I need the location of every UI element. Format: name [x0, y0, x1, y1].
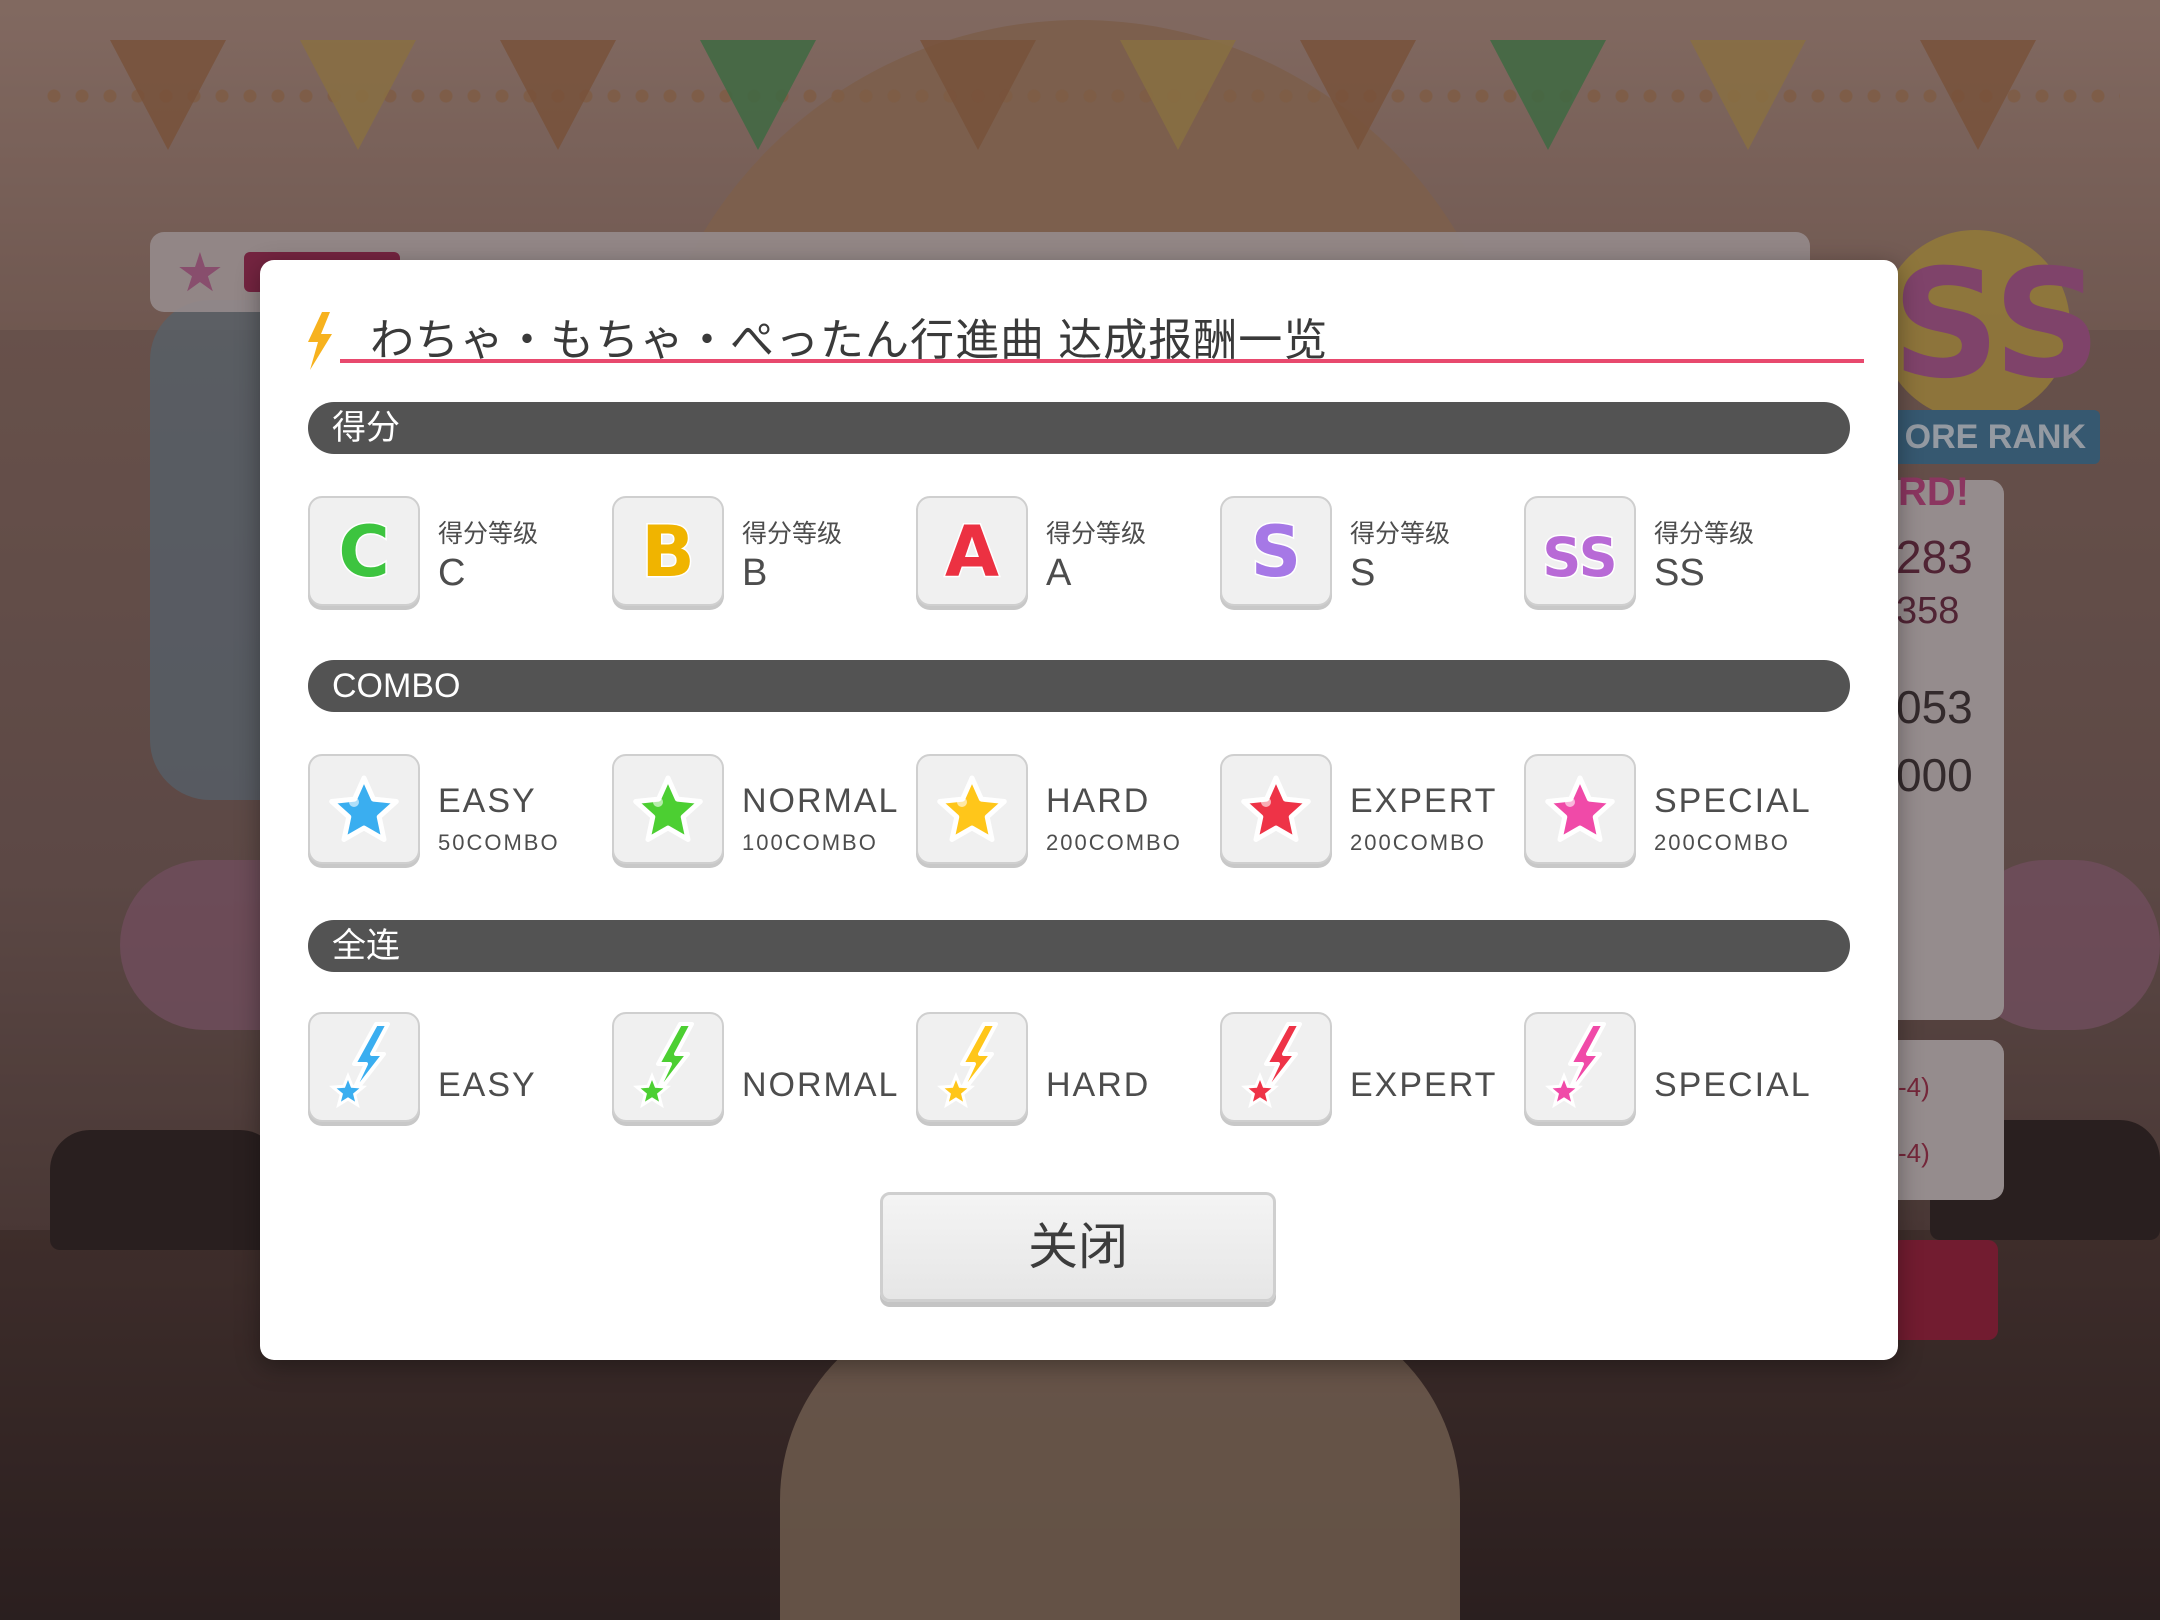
full-combo-difficulty-label: HARD	[1046, 1066, 1151, 1104]
section-header-full-combo: 全连	[308, 920, 1850, 972]
score-rank-caption: 得分等级	[1654, 520, 1755, 548]
score-rank-value: C	[438, 552, 466, 594]
star-icon	[916, 754, 1028, 864]
combo-difficulty-label: HARD	[1046, 782, 1151, 820]
star-icon	[612, 754, 724, 864]
combo-reward-item: HARD 200COMBO	[916, 754, 1216, 870]
score-rank-caption: 得分等级	[1350, 520, 1451, 548]
combo-difficulty-label: NORMAL	[742, 782, 900, 820]
combo-reward-item: NORMAL 100COMBO	[612, 754, 912, 870]
full-combo-reward-item: HARD	[916, 1012, 1216, 1128]
svg-text:A: A	[945, 511, 999, 593]
svg-text:C: C	[338, 511, 389, 593]
full-combo-reward-item: EASY	[308, 1012, 608, 1128]
full-combo-difficulty-label: EASY	[438, 1066, 537, 1104]
combo-requirement-label: 50COMBO	[438, 830, 560, 855]
combo-requirement-label: 200COMBO	[1046, 830, 1182, 855]
combo-requirement-label: 200COMBO	[1654, 830, 1790, 855]
grade-c-icon: C	[308, 496, 420, 606]
score-reward-item: A 得分等级 A	[916, 496, 1216, 612]
full-combo-bolt-icon	[916, 1012, 1028, 1122]
combo-difficulty-label: EXPERT	[1350, 782, 1498, 820]
full-combo-bolt-icon	[612, 1012, 724, 1122]
grade-b-icon: B	[612, 496, 724, 606]
lightning-icon	[304, 312, 334, 372]
combo-requirement-label: 100COMBO	[742, 830, 878, 855]
full-combo-difficulty-label: SPECIAL	[1654, 1066, 1812, 1104]
close-button[interactable]: 关闭	[880, 1192, 1276, 1302]
grade-s-icon: S	[1220, 496, 1332, 606]
grade-a-icon: A	[916, 496, 1028, 606]
full-combo-bolt-icon	[1220, 1012, 1332, 1122]
full-combo-bolt-icon	[308, 1012, 420, 1122]
score-rank-caption: 得分等级	[742, 520, 843, 548]
score-reward-item: C 得分等级 C	[308, 496, 608, 612]
combo-difficulty-label: SPECIAL	[1654, 782, 1812, 820]
score-rank-value: A	[1046, 552, 1072, 594]
full-combo-reward-item: NORMAL	[612, 1012, 912, 1128]
full-combo-reward-item: EXPERT	[1220, 1012, 1520, 1128]
score-reward-item: B 得分等级 B	[612, 496, 912, 612]
score-reward-item: SS 得分等级 SS	[1524, 496, 1824, 612]
combo-reward-item: EXPERT 200COMBO	[1220, 754, 1520, 870]
full-combo-difficulty-label: EXPERT	[1350, 1066, 1498, 1104]
svg-text:B: B	[641, 511, 694, 593]
grade-ss-icon: SS	[1524, 496, 1636, 606]
full-combo-bolt-icon	[1524, 1012, 1636, 1122]
star-icon	[1524, 754, 1636, 864]
title-underline	[340, 359, 1864, 363]
score-rank-caption: 得分等级	[1046, 520, 1147, 548]
svg-text:SS: SS	[1542, 526, 1617, 589]
combo-difficulty-label: EASY	[438, 782, 537, 820]
section-header-combo: COMBO	[308, 660, 1850, 712]
full-combo-reward-item: SPECIAL	[1524, 1012, 1824, 1128]
combo-reward-item: SPECIAL 200COMBO	[1524, 754, 1824, 870]
combo-reward-item: EASY 50COMBO	[308, 754, 608, 870]
score-reward-item: S 得分等级 S	[1220, 496, 1520, 612]
star-icon	[1220, 754, 1332, 864]
score-rank-value: S	[1350, 552, 1376, 594]
score-rank-caption: 得分等级	[438, 520, 539, 548]
svg-text:S: S	[1251, 511, 1301, 593]
full-combo-difficulty-label: NORMAL	[742, 1066, 900, 1104]
combo-requirement-label: 200COMBO	[1350, 830, 1486, 855]
rewards-dialog: わちゃ・もちゃ・ぺったん行進曲 达成报酬一览 得分 COMBO 全连 关闭 C得…	[260, 260, 1898, 1360]
section-header-score: 得分	[308, 402, 1850, 454]
score-rank-value: SS	[1654, 552, 1705, 594]
star-icon	[308, 754, 420, 864]
score-rank-value: B	[742, 552, 768, 594]
